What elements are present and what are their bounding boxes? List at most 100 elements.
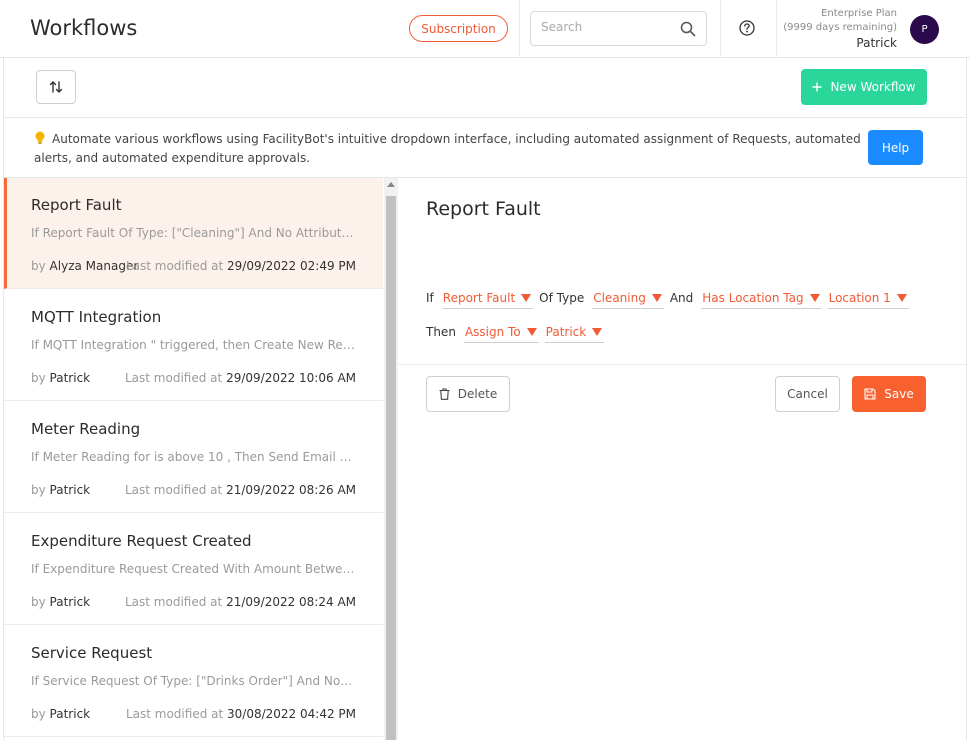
workflow-author-line: by Patrick [31, 595, 90, 609]
workflow-title: Service Request [31, 644, 153, 662]
workflow-author-line: by Patrick [31, 483, 90, 497]
top-bar: Workflows Subscription Enterprise Plan (… [0, 0, 970, 58]
by-label: by [31, 483, 46, 497]
and-label: And [669, 291, 694, 305]
question-icon[interactable] [738, 19, 756, 37]
detail-divider [398, 364, 966, 365]
workflow-author: Patrick [49, 595, 91, 609]
workflow-modified-line: Last modified at 29/09/2022 02:49 PM [126, 259, 356, 273]
caret-down-icon [526, 327, 537, 336]
sort-icon [49, 81, 63, 93]
workflow-modified-line: Last modified at 29/09/2022 10:06 AM [125, 371, 356, 385]
trash-icon [439, 388, 450, 400]
workflow-item[interactable]: Report Fault If Report Fault Of Type: ["… [4, 178, 383, 289]
avatar[interactable]: P [910, 15, 939, 44]
scroll-up-arrow[interactable] [387, 182, 395, 187]
attribute-value: Has Location Tag [702, 290, 804, 305]
assignee-dropdown[interactable]: Patrick [544, 321, 605, 343]
caret-down-icon [896, 293, 907, 302]
by-label: by [31, 707, 46, 721]
list-scrollbar-thumb[interactable] [386, 196, 396, 740]
condition-row: If Report Fault Of Type Cleaning And Has… [426, 287, 915, 309]
search-icon[interactable] [680, 21, 696, 37]
workflow-author-line: by Patrick [31, 707, 90, 721]
workflow-description: If Meter Reading for is above 10 , Then … [31, 450, 356, 464]
assignee-value: Patrick [545, 324, 587, 339]
action-dropdown[interactable]: Assign To [463, 321, 539, 343]
header-divider [519, 0, 520, 57]
workflow-author-line: by Alyza Manager [31, 259, 138, 273]
page-title: Workflows [30, 16, 138, 40]
workflow-author: Patrick [49, 371, 91, 385]
modified-label: Last modified at [125, 483, 223, 497]
workflow-item[interactable]: Meter Reading If Meter Reading for is ab… [4, 402, 383, 513]
new-workflow-label: New Workflow [830, 80, 916, 94]
workflow-description: If Expenditure Request Created With Amou… [31, 562, 356, 576]
help-button[interactable]: Help [868, 130, 923, 165]
new-workflow-button[interactable]: New Workflow [801, 69, 927, 105]
modified-label: Last modified at [125, 707, 224, 721]
workflow-item[interactable]: Expenditure Request Created If Expenditu… [4, 514, 383, 625]
modified-label: Last modified at [125, 259, 224, 273]
user-name: Patrick [856, 36, 897, 50]
workflow-author-line: by Patrick [31, 371, 90, 385]
workflow-modified-line: Last modified at 21/09/2022 08:26 AM [125, 483, 356, 497]
workflow-modified-line: Last modified at 30/08/2022 04:42 PM [126, 707, 356, 721]
plan-name: Enterprise Plan [821, 8, 897, 19]
type-dropdown[interactable]: Cleaning [592, 287, 664, 309]
modified-label: Last modified at [125, 595, 223, 609]
floppy-disk-icon [864, 388, 876, 400]
workflow-item[interactable]: Service Request If Service Request Of Ty… [4, 626, 383, 737]
workflow-title: Expenditure Request Created [31, 532, 252, 550]
plan-info: Enterprise Plan (9999 days remaining) Pa… [783, 7, 897, 51]
workflow-title: Report Fault [31, 196, 122, 214]
search-input[interactable] [541, 20, 671, 34]
workflow-author: Patrick [49, 483, 91, 497]
workflow-author: Patrick [49, 707, 91, 721]
of-type-label: Of Type [539, 291, 585, 305]
caret-down-icon [521, 293, 532, 302]
by-label: by [31, 595, 46, 609]
workflow-modified-date: 30/08/2022 04:42 PM [227, 707, 356, 721]
header-divider [776, 0, 777, 57]
then-label: Then [426, 325, 456, 339]
workflow-description: If Report Fault Of Type: ["Cleaning"] An… [31, 226, 356, 240]
workflow-description: If MQTT Integration " triggered, then Cr… [31, 338, 356, 352]
header-divider [720, 0, 721, 57]
location-value: Location 1 [828, 290, 891, 305]
workflow-modified-date: 21/09/2022 08:24 AM [226, 595, 356, 609]
caret-down-icon [809, 293, 820, 302]
subscription-button[interactable]: Subscription [409, 15, 508, 42]
plan-days-remaining: (9999 days remaining) [783, 22, 897, 33]
save-button[interactable]: Save [852, 376, 926, 412]
banner-text: Automate various workflows using Facilit… [34, 132, 861, 165]
cancel-button[interactable]: Cancel [775, 376, 840, 412]
type-value: Cleaning [593, 290, 646, 305]
attribute-value-dropdown[interactable]: Location 1 [827, 287, 909, 309]
workflow-item[interactable]: MQTT Integration If MQTT Integration " t… [4, 290, 383, 401]
trigger-value: Report Fault [442, 290, 516, 305]
save-label: Save [884, 387, 914, 401]
delete-label: Delete [457, 387, 498, 401]
attribute-dropdown[interactable]: Has Location Tag [701, 287, 822, 309]
workflow-description: If Service Request Of Type: ["Drinks Ord… [31, 674, 356, 688]
workflow-author: Alyza Manager [49, 259, 139, 273]
workflow-modified-line: Last modified at 21/09/2022 08:24 AM [125, 595, 356, 609]
by-label: by [31, 371, 46, 385]
trigger-dropdown[interactable]: Report Fault [441, 287, 534, 309]
workflow-list: Report Fault If Report Fault Of Type: ["… [3, 178, 383, 740]
workflow-modified-date: 29/09/2022 10:06 AM [226, 371, 356, 385]
workflow-detail: Report Fault If Report Fault Of Type Cle… [398, 178, 967, 740]
delete-button[interactable]: Delete [426, 376, 510, 412]
action-value: Assign To [464, 324, 521, 339]
info-banner: Automate various workflows using Facilit… [3, 118, 967, 178]
workflow-title: MQTT Integration [31, 308, 162, 326]
workflow-modified-date: 29/09/2022 02:49 PM [227, 259, 356, 273]
toolbar: New Workflow [3, 58, 967, 118]
caret-down-icon [651, 293, 662, 302]
workflow-title: Meter Reading [31, 420, 141, 438]
search-box[interactable] [530, 11, 707, 46]
sort-button[interactable] [36, 70, 76, 104]
caret-down-icon [592, 327, 603, 336]
if-label: If [426, 291, 434, 305]
